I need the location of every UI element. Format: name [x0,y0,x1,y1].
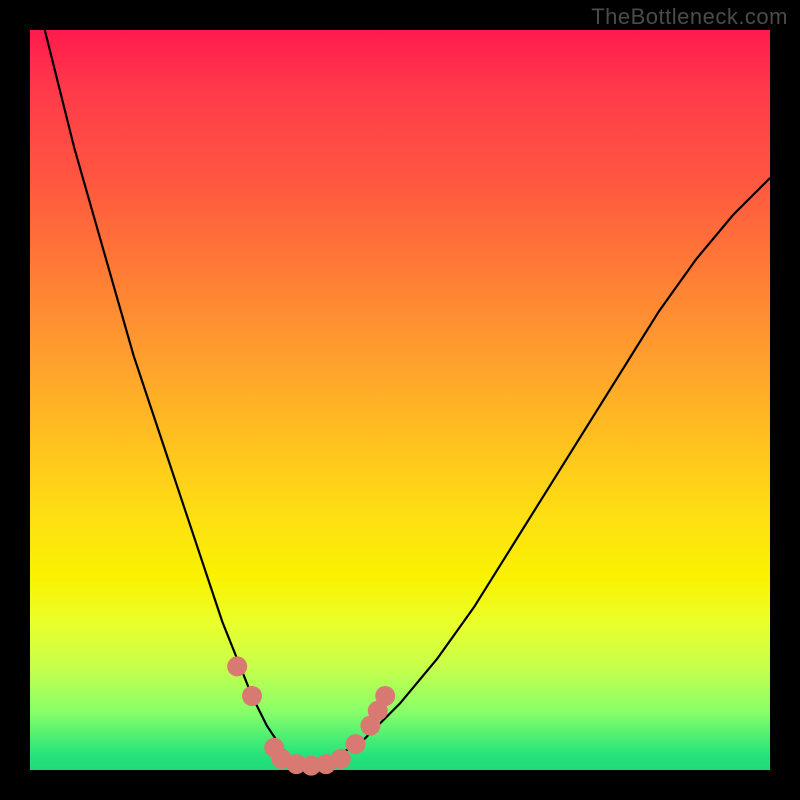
curve-marker [331,749,351,769]
curve-marker [346,734,366,754]
bottleneck-curve [45,30,770,766]
watermark-text: TheBottleneck.com [591,4,788,30]
curve-marker [242,686,262,706]
curve-marker [375,686,395,706]
chart-frame: TheBottleneck.com [0,0,800,800]
curve-marker [227,656,247,676]
curve-layer [30,30,770,770]
plot-area [30,30,770,770]
marker-group [227,656,395,775]
